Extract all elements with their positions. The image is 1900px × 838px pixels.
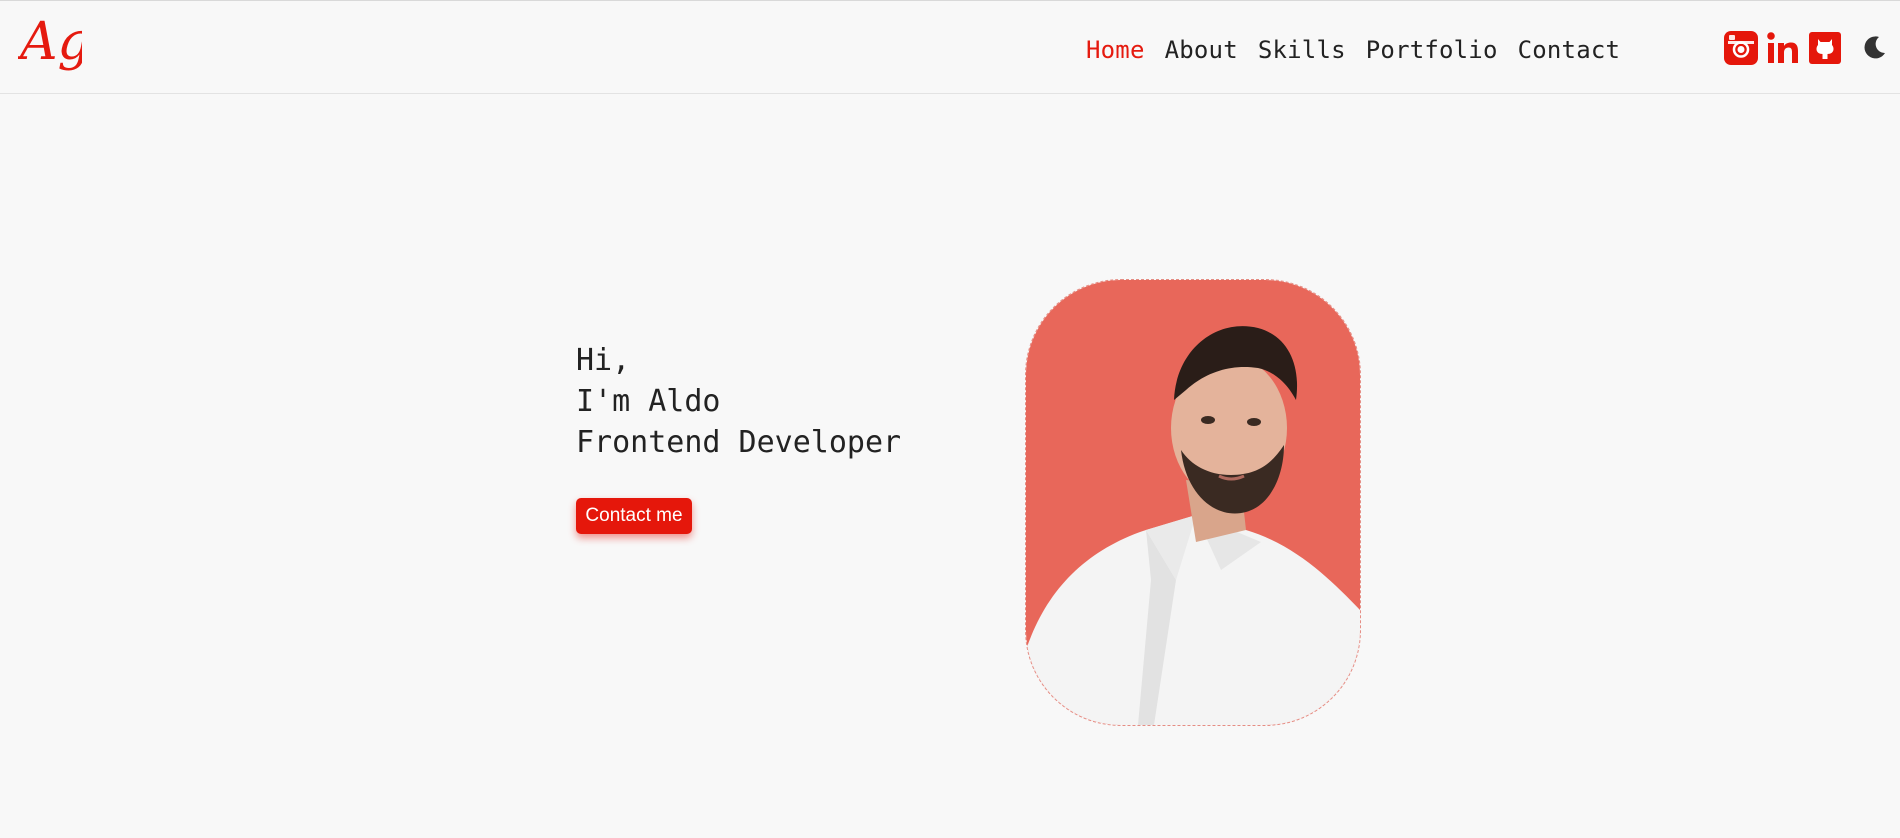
- hero-greeting: Hi,: [576, 343, 631, 378]
- site-header: Ag Home About Skills Portfolio Contact: [0, 1, 1900, 94]
- main-nav: Home About Skills Portfolio Contact: [1086, 36, 1620, 64]
- social-links: [1724, 31, 1842, 65]
- hero-intro: Hi, I'm Aldo Frontend Developer: [576, 340, 901, 463]
- contact-me-button[interactable]: Contact me: [576, 498, 692, 534]
- profile-photo: [1025, 279, 1361, 726]
- linkedin-icon[interactable]: [1766, 31, 1800, 65]
- nav-contact[interactable]: Contact: [1518, 36, 1621, 64]
- portrait-illustration: [1026, 280, 1360, 725]
- moon-icon[interactable]: [1860, 33, 1888, 61]
- github-icon[interactable]: [1808, 31, 1842, 65]
- hero-role: Frontend Developer: [576, 425, 902, 460]
- hero-name: I'm Aldo: [576, 384, 721, 419]
- logo-text: Ag: [18, 12, 82, 72]
- nav-about[interactable]: About: [1165, 36, 1238, 64]
- logo[interactable]: Ag: [18, 7, 82, 87]
- instagram-icon[interactable]: [1724, 31, 1758, 65]
- nav-home[interactable]: Home: [1086, 36, 1145, 64]
- nav-skills[interactable]: Skills: [1258, 36, 1346, 64]
- nav-portfolio[interactable]: Portfolio: [1366, 36, 1498, 64]
